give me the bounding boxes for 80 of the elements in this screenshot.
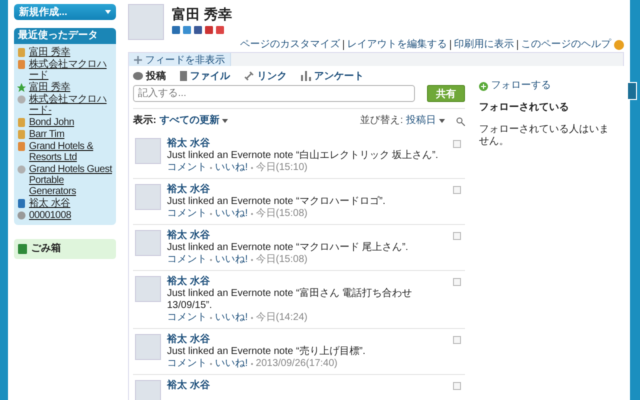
recent-item-link[interactable]: Grand Hotels Guest Portable Generators bbox=[29, 164, 113, 197]
link-icon bbox=[244, 71, 254, 81]
feed-text: Just linked an Evernote note “マクロハードロゴ”. bbox=[167, 196, 386, 208]
avatar-placeholder bbox=[135, 138, 161, 164]
avatar-placeholder bbox=[135, 230, 161, 256]
search-icon[interactable] bbox=[456, 116, 465, 126]
caret-icon bbox=[222, 119, 228, 123]
item-menu-button[interactable] bbox=[453, 140, 461, 148]
author-link[interactable]: 裕太 水谷 bbox=[167, 276, 447, 288]
plus-icon bbox=[479, 82, 488, 90]
sort-dropdown[interactable]: 投稿日 bbox=[406, 115, 436, 127]
timestamp: 2013/09/26(17:40) bbox=[256, 358, 338, 370]
item-menu-button[interactable] bbox=[453, 278, 461, 286]
feed-text: Just linked an Evernote note “売り上げ目標”. bbox=[167, 346, 366, 358]
page-link[interactable]: 印刷用に表示 bbox=[450, 40, 517, 50]
panel-title: 最近使ったデータ bbox=[14, 28, 116, 44]
document-icon bbox=[180, 71, 187, 81]
recent-item-link[interactable]: 株式会社マクロハード- bbox=[29, 94, 113, 116]
item-menu-button[interactable] bbox=[453, 232, 461, 240]
author-link[interactable]: 裕太 水谷 bbox=[167, 230, 447, 242]
timestamp: 今日(15:10) bbox=[256, 162, 308, 174]
like-link[interactable]: いいね! bbox=[215, 254, 248, 266]
comment-link[interactable]: コメント bbox=[167, 254, 207, 266]
collapse-handle[interactable] bbox=[627, 82, 637, 100]
followers-title: フォローされている bbox=[479, 102, 570, 114]
sort-label: 並び替え: bbox=[360, 115, 403, 127]
filter-dropdown[interactable]: すべての更新 bbox=[159, 115, 220, 127]
author-link[interactable]: 裕太 水谷 bbox=[167, 184, 447, 196]
avatar-placeholder bbox=[128, 4, 164, 40]
timestamp: 今日(14:24) bbox=[256, 312, 308, 324]
recent-item-link[interactable]: 00001008 bbox=[29, 210, 72, 221]
recent-item-link[interactable]: Bond John bbox=[29, 117, 74, 128]
like-link[interactable]: いいね! bbox=[215, 358, 248, 370]
author-link[interactable]: 裕太 水谷 bbox=[167, 334, 447, 346]
profile-name: 富田 秀幸 bbox=[172, 6, 232, 22]
avatar-placeholder bbox=[135, 276, 161, 302]
caret-icon bbox=[105, 10, 111, 14]
avatar-placeholder bbox=[135, 184, 161, 210]
comment-link[interactable]: コメント bbox=[167, 162, 207, 174]
avatar-placeholder bbox=[135, 380, 161, 400]
publisher-tab[interactable]: アンケート bbox=[301, 69, 364, 83]
recent-item-link[interactable]: 富田 秀幸 bbox=[29, 82, 70, 93]
avatar-placeholder bbox=[135, 334, 161, 360]
filter-label: 表示: bbox=[133, 115, 156, 127]
recent-item-link[interactable]: Barr Tim bbox=[29, 129, 64, 140]
feed-text: Just linked an Evernote note “マクロハード 尾上さん”. bbox=[167, 242, 410, 254]
star-icon bbox=[17, 83, 26, 92]
followers-empty-text: フォローされている人はいません。 bbox=[479, 124, 610, 148]
recent-item-link[interactable]: 富田 秀幸 bbox=[29, 47, 70, 58]
page-link[interactable]: レイアウトを編集する bbox=[343, 40, 450, 50]
speech-bubble-icon bbox=[133, 72, 143, 80]
item-menu-button[interactable] bbox=[453, 336, 461, 344]
like-link[interactable]: いいね! bbox=[215, 312, 248, 324]
item-menu-button[interactable] bbox=[453, 186, 461, 194]
page-link[interactable]: ページのカスタマイズ bbox=[237, 40, 343, 50]
recent-item-link[interactable]: 株式会社マクロハード bbox=[29, 59, 113, 81]
author-link[interactable]: 裕太 水谷 bbox=[167, 380, 447, 392]
feed-text: Just linked an Evernote note “白山エレクトリック 坂上さん”. bbox=[167, 150, 440, 162]
publisher-tab[interactable]: ファイル bbox=[180, 69, 230, 83]
comment-link[interactable]: コメント bbox=[167, 312, 207, 324]
help-icon[interactable] bbox=[614, 40, 624, 50]
comment-link[interactable]: コメント bbox=[167, 208, 207, 220]
like-link[interactable]: いいね! bbox=[215, 208, 248, 220]
post-input-field[interactable]: 記入する... bbox=[133, 85, 415, 102]
timestamp: 今日(15:08) bbox=[256, 254, 308, 266]
comment-link[interactable]: コメント bbox=[167, 358, 207, 370]
author-link[interactable]: 裕太 水谷 bbox=[167, 138, 447, 150]
recent-item-link[interactable]: 裕太 水谷 bbox=[29, 198, 70, 209]
recent-item-link[interactable]: Grand Hotels & Resorts Ltd bbox=[29, 141, 113, 163]
item-menu-button[interactable] bbox=[453, 382, 461, 390]
publisher-tab[interactable]: 投稿 bbox=[133, 69, 166, 83]
like-link[interactable]: いいね! bbox=[215, 162, 248, 174]
feed-text: Just linked an Evernote note “富田さん 電話打ち合わせ 13/09/15”. bbox=[167, 288, 414, 312]
timestamp: 今日(15:08) bbox=[256, 208, 308, 220]
recycle-bin-link[interactable]: ごみ箱 bbox=[14, 239, 116, 259]
follow-link[interactable]: フォローする bbox=[479, 80, 614, 92]
bar-chart-icon bbox=[301, 71, 311, 81]
publisher-tab[interactable]: リンク bbox=[244, 69, 287, 83]
caret-icon bbox=[439, 119, 445, 123]
hide-feed-button[interactable]: フィードを非表示 bbox=[129, 53, 231, 66]
